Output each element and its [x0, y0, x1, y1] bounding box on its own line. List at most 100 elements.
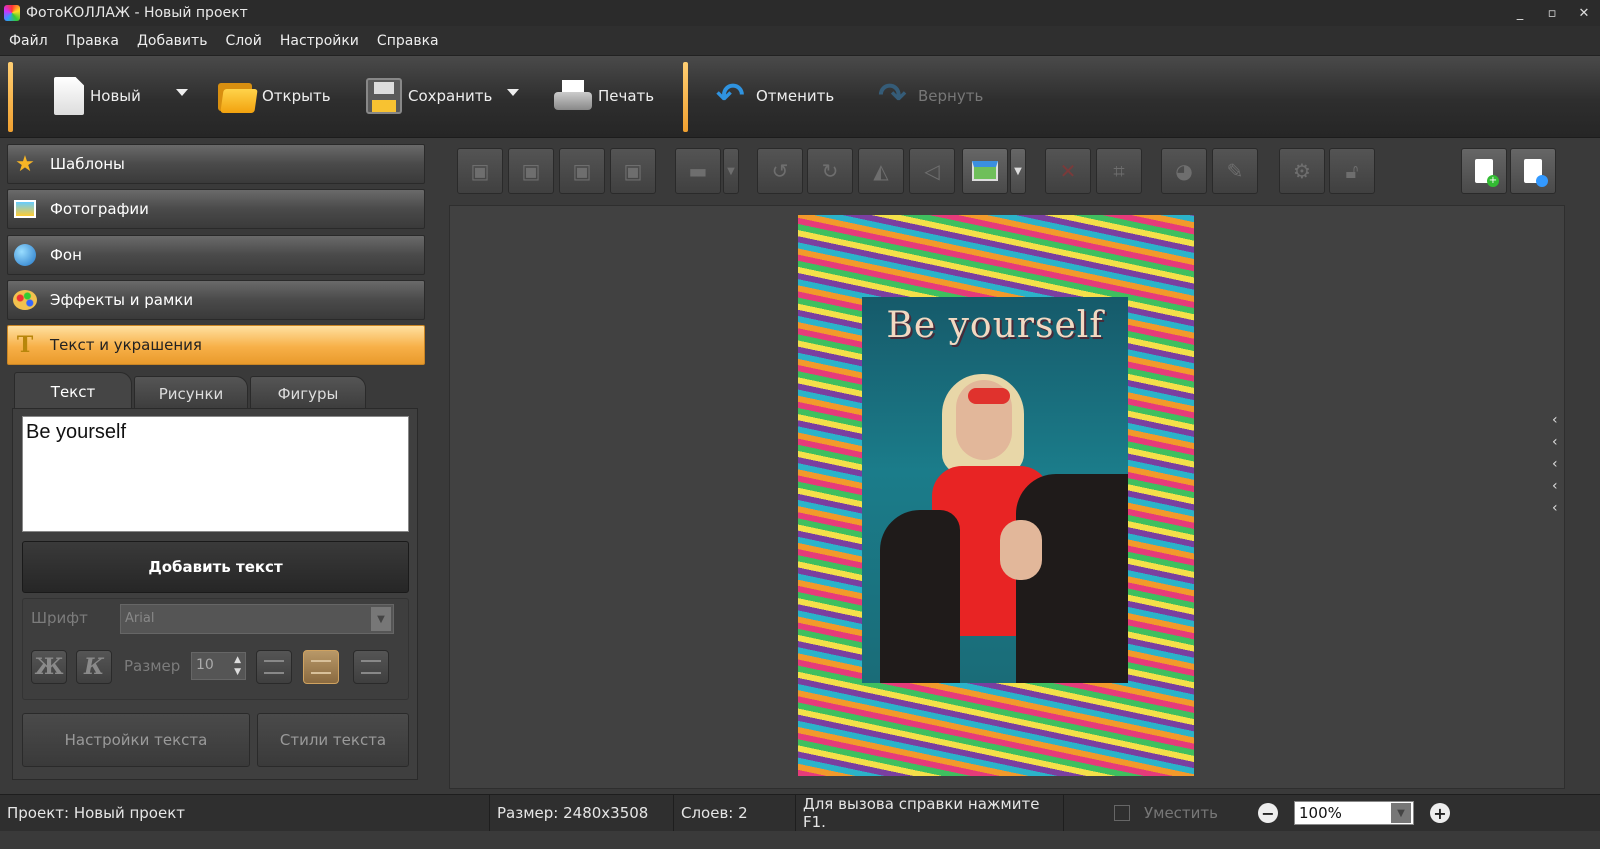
- rotate-right-icon[interactable]: ↻: [807, 148, 853, 194]
- text-styles-button[interactable]: Стили текста: [257, 713, 409, 767]
- zoom-value: 100%: [1299, 804, 1342, 822]
- open-label: Открыть: [262, 87, 331, 105]
- maximize-button[interactable]: ▫: [1536, 1, 1568, 25]
- font-select[interactable]: Arial ▼: [120, 604, 394, 634]
- sidebar-item-templates[interactable]: ★ Шаблоны: [7, 144, 425, 184]
- photo-sunglasses: [968, 388, 1010, 404]
- fit-button[interactable]: Уместить: [1064, 795, 1250, 832]
- new-document-icon: [54, 77, 84, 115]
- tab-text[interactable]: Текст: [14, 372, 132, 410]
- sidebar-item-text-decorations[interactable]: T Текст и украшения: [7, 325, 425, 365]
- collage-text[interactable]: Be yourself: [862, 305, 1128, 346]
- menu-edit[interactable]: Правка: [57, 33, 128, 49]
- main-toolbar: Новый Открыть Сохранить Печать ↶ Отменит…: [0, 56, 1600, 138]
- send-backward-icon[interactable]: ▣: [559, 148, 605, 194]
- menu-bar: Файл Правка Добавить Слой Настройки Спра…: [0, 26, 1600, 56]
- window-title: ФотоКОЛЛАЖ - Новый проект: [26, 5, 248, 21]
- align-center-icon: [311, 660, 331, 674]
- status-project: Проект: Новый проект: [0, 794, 490, 832]
- chevron-left-icon[interactable]: ‹: [1552, 412, 1566, 428]
- size-stepper[interactable]: 10 ▲ ▼: [191, 652, 246, 680]
- italic-button[interactable]: К: [76, 650, 112, 684]
- minimize-button[interactable]: _: [1504, 1, 1536, 25]
- font-label: Шрифт: [31, 609, 88, 627]
- flip-horizontal-icon[interactable]: ◭: [858, 148, 904, 194]
- globe-icon: [12, 242, 38, 268]
- bold-glyph: Ж: [34, 654, 64, 680]
- rotate-left-icon[interactable]: ↺: [757, 148, 803, 194]
- size-label: Размер: [124, 657, 181, 675]
- new-button[interactable]: Новый: [54, 70, 141, 122]
- chevron-left-icon[interactable]: ‹: [1552, 456, 1566, 472]
- sidebar-item-label: Шаблоны: [50, 155, 125, 173]
- fit-to-page-icon[interactable]: [962, 148, 1008, 194]
- align-left-button[interactable]: [256, 650, 292, 684]
- chevron-left-icon[interactable]: ‹: [1552, 478, 1566, 494]
- align-center-button[interactable]: [303, 650, 339, 684]
- flip-vertical-icon[interactable]: ◁: [909, 148, 955, 194]
- chevron-left-icon[interactable]: ‹: [1552, 500, 1566, 516]
- menu-file[interactable]: Файл: [0, 33, 57, 49]
- canvas-toolbar: ▣ ▣ ▣ ▣ ▬ ▼ ↺ ↻ ◭ ◁ ▼ ✕ ⌗ ◕ ✎ ⚙ 🔓︎ +: [449, 142, 1565, 200]
- color-effects-icon[interactable]: ◕: [1161, 148, 1207, 194]
- print-button[interactable]: Печать: [554, 70, 654, 122]
- align-right-button[interactable]: [353, 650, 389, 684]
- redo-label: Вернуть: [918, 87, 984, 105]
- sidebar-item-photos[interactable]: Фотографии: [7, 189, 425, 229]
- align-left-icon: [264, 660, 284, 674]
- fit-dropdown-chevron-icon[interactable]: ▼: [1010, 148, 1026, 194]
- photo-jacket-left: [880, 510, 960, 683]
- delete-icon[interactable]: ✕: [1045, 148, 1091, 194]
- send-to-back-icon[interactable]: ▣: [610, 148, 656, 194]
- align-dropdown-chevron-icon[interactable]: ▼: [723, 148, 739, 194]
- window-controls: _ ▫ ✕: [1504, 1, 1600, 25]
- lock-icon[interactable]: 🔓︎: [1329, 148, 1375, 194]
- bring-forward-icon[interactable]: ▣: [508, 148, 554, 194]
- status-bar: Проект: Новый проект Размер: 2480x3508 С…: [0, 794, 1600, 832]
- chevron-left-icon[interactable]: ‹: [1552, 434, 1566, 450]
- floppy-icon: [366, 78, 402, 114]
- undo-button[interactable]: ↶ Отменить: [716, 70, 834, 122]
- text-input[interactable]: Be yourself: [22, 416, 409, 532]
- settings-gear-icon[interactable]: ⚙: [1279, 148, 1325, 194]
- sidebar-item-effects[interactable]: Эффекты и рамки: [7, 280, 425, 320]
- redo-button[interactable]: ↷ Вернуть: [878, 70, 983, 122]
- menu-add[interactable]: Добавить: [128, 33, 216, 49]
- bold-button[interactable]: Ж: [31, 650, 67, 684]
- star-icon: ★: [15, 151, 35, 177]
- chevron-down-icon: ▼: [1391, 803, 1411, 823]
- palette-icon: [12, 287, 38, 313]
- side-panel-toggles[interactable]: ‹ ‹ ‹ ‹ ‹: [1552, 412, 1566, 516]
- zoom-select[interactable]: 100% ▼: [1294, 801, 1414, 825]
- new-dropdown-chevron-icon[interactable]: [176, 89, 188, 96]
- crop-icon[interactable]: ⌗: [1096, 148, 1142, 194]
- menu-layer[interactable]: Слой: [216, 33, 270, 49]
- collage-person-photo[interactable]: [880, 370, 1128, 683]
- zoom-out-button[interactable]: −: [1258, 803, 1278, 823]
- add-text-button[interactable]: Добавить текст: [22, 541, 409, 593]
- text-t-icon: T: [16, 332, 34, 358]
- open-button[interactable]: Открыть: [218, 70, 331, 122]
- page-settings-icon[interactable]: [1510, 148, 1556, 194]
- save-dropdown-chevron-icon[interactable]: [507, 89, 519, 96]
- menu-help[interactable]: Справка: [368, 33, 448, 49]
- sidebar-item-background[interactable]: Фон: [7, 235, 425, 275]
- add-page-icon[interactable]: +: [1461, 148, 1507, 194]
- align-icon[interactable]: ▬: [675, 148, 721, 194]
- stepper-arrows-icon: ▲ ▼: [234, 655, 241, 677]
- printer-icon: [554, 80, 592, 112]
- tab-drawings[interactable]: Рисунки: [134, 376, 248, 410]
- font-value: Arial: [125, 611, 155, 626]
- menu-settings[interactable]: Настройки: [271, 33, 368, 49]
- status-help: Для вызова справки нажмите F1.: [796, 794, 1064, 832]
- undo-arrow-icon: ↶: [716, 76, 745, 116]
- text-settings-button[interactable]: Настройки текста: [22, 713, 250, 767]
- align-right-icon: [361, 660, 381, 674]
- folder-icon: [218, 79, 256, 113]
- close-button[interactable]: ✕: [1568, 1, 1600, 25]
- bring-to-front-icon[interactable]: ▣: [457, 148, 503, 194]
- eyedropper-icon[interactable]: ✎: [1212, 148, 1258, 194]
- tab-shapes[interactable]: Фигуры: [250, 376, 366, 410]
- zoom-in-button[interactable]: +: [1430, 803, 1450, 823]
- save-button[interactable]: Сохранить: [366, 70, 492, 122]
